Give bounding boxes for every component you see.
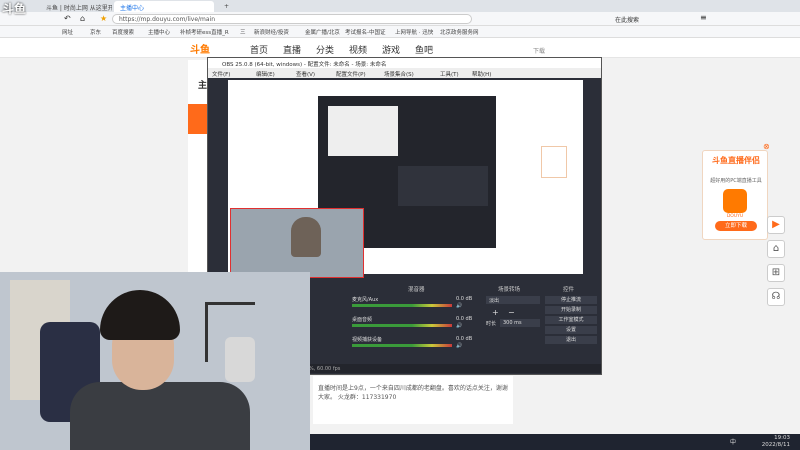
controls-header: 控件 bbox=[563, 287, 575, 293]
webcam-source[interactable] bbox=[230, 208, 364, 278]
nav-video[interactable]: 视频 bbox=[349, 43, 367, 56]
ime-indicator[interactable]: 中 bbox=[730, 437, 736, 446]
star-icon[interactable]: ★ bbox=[100, 14, 107, 23]
app-logo-icon bbox=[723, 189, 747, 213]
windows-taskbar: 中 19:03 2022/8/11 bbox=[310, 434, 800, 450]
nested-promo bbox=[541, 146, 567, 178]
studio-mode-button[interactable]: 工作室模式 bbox=[545, 316, 597, 324]
address-toolbar: ↶ ⌂ ★ https://mp.douyu.com/live/main 在此搜… bbox=[0, 12, 800, 26]
douyu-logo[interactable]: 斗鱼 bbox=[190, 41, 226, 56]
nav-category[interactable]: 分类 bbox=[316, 43, 334, 56]
download-button[interactable]: 立即下载 bbox=[715, 221, 757, 231]
douyu-watermark: 斗鱼 bbox=[2, 2, 27, 16]
audio-meter bbox=[352, 344, 452, 347]
duration-input[interactable]: 300 ms bbox=[500, 319, 540, 327]
bookmark-bar: 网址 京东 百度搜索 主播中心 补帧考研ess直播_R 三 新浪财经/投资 金属… bbox=[0, 26, 800, 38]
bookmark-item[interactable]: 北京政务服务网 bbox=[440, 28, 479, 36]
promo-card: 斗鱼直播伴侣 超好用的PC端直播工具 DOUYU 立即下载 bbox=[702, 150, 768, 240]
bookmark-item[interactable]: 三 bbox=[240, 28, 246, 36]
channel-db: 0.0 dB bbox=[456, 296, 473, 302]
new-tab-button[interactable]: + bbox=[218, 1, 230, 12]
bookmark-item[interactable]: 京东 bbox=[90, 28, 101, 36]
nav-home[interactable]: 首页 bbox=[250, 43, 268, 56]
promo-subtitle: 超好用的PC端直播工具 bbox=[710, 178, 762, 184]
nav-fishbar[interactable]: 鱼吧 bbox=[415, 43, 433, 56]
apps-icon[interactable]: ⊞ bbox=[767, 264, 785, 282]
menu-edit[interactable]: 编辑(E) bbox=[256, 70, 275, 78]
app-label: DOUYU bbox=[726, 214, 744, 219]
settings-button[interactable]: 设置 bbox=[545, 326, 597, 334]
channel-db: 0.0 dB bbox=[456, 336, 473, 342]
microphone bbox=[225, 337, 255, 382]
menu-tools[interactable]: 工具(T) bbox=[440, 70, 459, 78]
download-link[interactable]: 下载 bbox=[533, 46, 545, 55]
webcam-subject bbox=[291, 217, 321, 257]
sidebar-heading: 主 bbox=[198, 81, 208, 91]
channel-label: 桌面音频 bbox=[352, 317, 373, 323]
volume-icon[interactable]: 🔊 bbox=[456, 303, 462, 309]
obs-menu-bar: 文件(F) 编辑(E) 查看(V) 配置文件(P) 场景集合(S) 工具(T) … bbox=[208, 68, 601, 78]
nested-mixer bbox=[398, 166, 488, 206]
system-clock[interactable]: 19:03 2022/8/11 bbox=[740, 435, 790, 449]
volume-icon[interactable]: 🔊 bbox=[456, 343, 462, 349]
menu-view[interactable]: 查看(V) bbox=[296, 70, 315, 78]
promo-title: 斗鱼直播伴侣 bbox=[712, 156, 760, 165]
volume-icon[interactable]: 🔊 bbox=[456, 323, 462, 329]
menu-profile[interactable]: 配置文件(P) bbox=[336, 70, 366, 78]
streamer-hair bbox=[100, 290, 180, 340]
close-icon[interactable]: ⊗ bbox=[763, 142, 770, 151]
duration-label: 时长 bbox=[486, 321, 497, 327]
mixer-header: 混音器 bbox=[408, 287, 425, 293]
channel-label: 麦克风/Aux bbox=[352, 297, 379, 303]
menu-help[interactable]: 帮助(H) bbox=[472, 70, 491, 78]
search-label[interactable]: 在此搜索 bbox=[615, 15, 639, 24]
stop-stream-button[interactable]: 停止推流 bbox=[545, 296, 597, 304]
bookmark-item[interactable]: 金属广播/北京 bbox=[305, 28, 340, 36]
bookmark-item[interactable]: 主播中心 bbox=[148, 28, 170, 36]
audio-meter bbox=[352, 324, 452, 327]
clock-date: 2022/8/11 bbox=[761, 442, 790, 448]
add-icon[interactable]: + bbox=[492, 308, 499, 317]
menu-scene-collection[interactable]: 场景集合(S) bbox=[384, 70, 414, 78]
nested-browser-preview bbox=[328, 106, 398, 156]
home-icon[interactable]: ⌂ bbox=[80, 14, 85, 23]
transition-select[interactable]: 淡出 bbox=[486, 296, 540, 304]
site-header: 斗鱼 首页 直播 分类 视频 游戏 鱼吧 下载 bbox=[0, 38, 800, 58]
exit-button[interactable]: 退出 bbox=[545, 336, 597, 344]
headset-icon[interactable]: ☊ bbox=[767, 288, 785, 306]
audio-meter bbox=[352, 304, 452, 307]
nav-live[interactable]: 直播 bbox=[283, 43, 301, 56]
browser-tab-bar: 斗鱼 | 时尚上网 从这里开始 主播中心 + bbox=[0, 0, 800, 12]
nav-game[interactable]: 游戏 bbox=[382, 43, 400, 56]
start-recording-button[interactable]: 开始录制 bbox=[545, 306, 597, 314]
menu-file[interactable]: 文件(F) bbox=[212, 70, 230, 78]
home-icon[interactable]: ⌂ bbox=[767, 240, 785, 258]
bookmark-item[interactable]: 补帧考研ess直播_R bbox=[180, 28, 229, 36]
announcement-text: 直播时间是上9点，一个来自四川成都的老翻盘。喜欢的话点关注，谢谢大家。 火龙群：… bbox=[318, 385, 508, 401]
bookmark-item[interactable]: 上网导航 · 迅快 bbox=[395, 28, 433, 36]
remove-icon[interactable]: − bbox=[508, 308, 515, 317]
streamer-shirt bbox=[70, 382, 250, 450]
play-icon[interactable]: ▶ bbox=[767, 216, 785, 234]
channel-label: 视频捕获设备 bbox=[352, 337, 383, 343]
streamer-camera bbox=[0, 272, 310, 450]
clock-time: 19:03 bbox=[774, 435, 790, 441]
url-input[interactable]: https://mp.douyu.com/live/main bbox=[112, 14, 472, 24]
menu-icon[interactable]: ≡ bbox=[700, 13, 707, 22]
transition-header: 场景转场 bbox=[498, 287, 521, 293]
bookmark-item[interactable]: 百度搜索 bbox=[112, 28, 134, 36]
channel-db: 0.0 dB bbox=[456, 316, 473, 322]
browser-tab-active[interactable]: 主播中心 bbox=[114, 1, 214, 12]
bookmark-item[interactable]: 考试报名-中国证 bbox=[345, 28, 386, 36]
obs-title-bar[interactable]: OBS 25.0.8 (64-bit, windows) - 配置文件: 未命名… bbox=[208, 58, 601, 68]
bookmark-item[interactable]: 新浪财经/投资 bbox=[254, 28, 289, 36]
